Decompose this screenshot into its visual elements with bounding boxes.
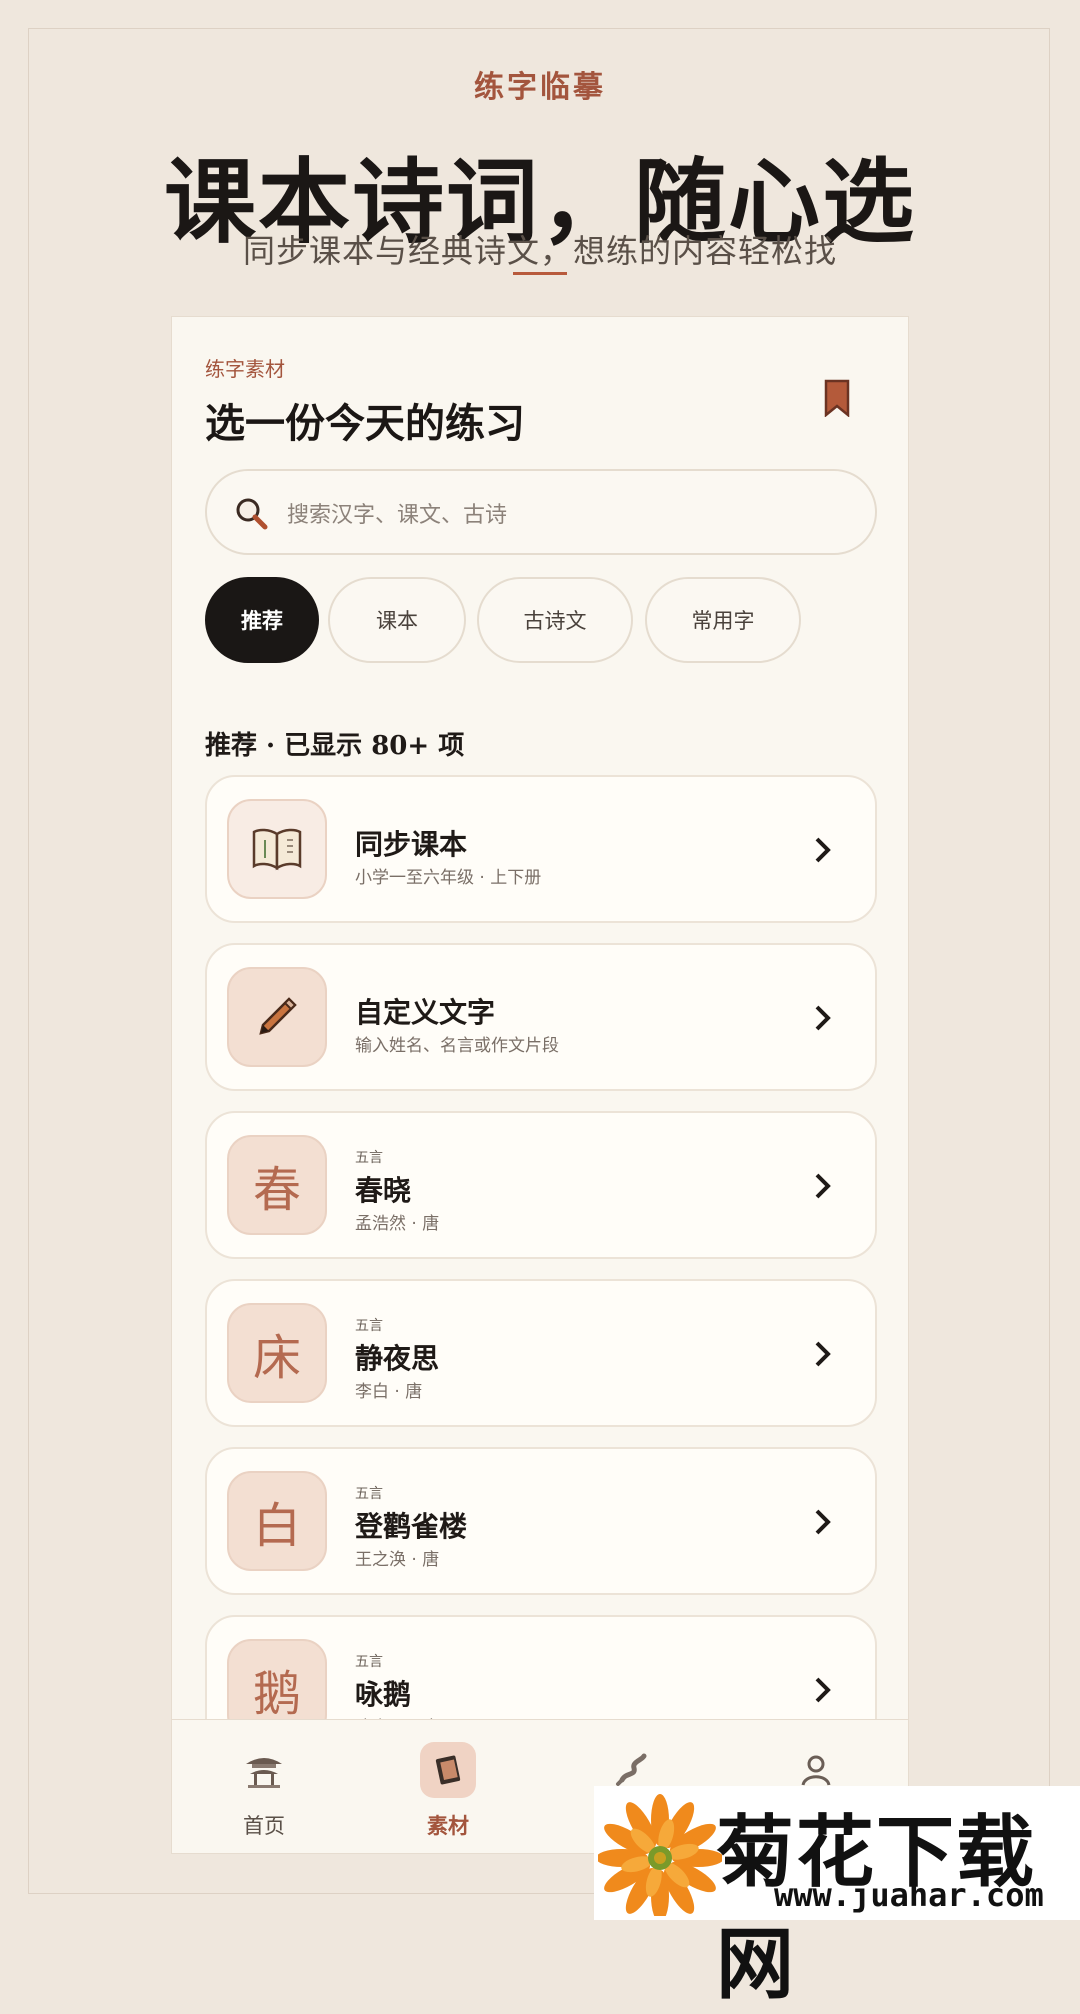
- section-label: 推荐 · 已显示 80+ 项: [205, 731, 465, 761]
- chip-recommended[interactable]: 推荐: [205, 577, 319, 663]
- search-icon: [236, 498, 268, 530]
- brand-label: 练字临摹: [474, 70, 606, 105]
- chevron-right-icon: [815, 1005, 831, 1031]
- item-subtitle: 孟浩然 · 唐: [355, 1214, 440, 1234]
- chip-common-characters[interactable]: 常用字: [645, 577, 801, 663]
- chevron-right-icon: [815, 1341, 831, 1367]
- item-thumb: [227, 799, 327, 899]
- item-tag: 五言: [355, 1318, 383, 1334]
- tab-label: 首页: [243, 1814, 285, 1838]
- subheadline: 同步课本与经典诗文，想练的内容轻松找: [242, 232, 837, 270]
- list-item-poem[interactable]: 春 五言 春晓 孟浩然 · 唐: [205, 1111, 877, 1259]
- watermark-url: www.juahar.com: [774, 1876, 1044, 1914]
- tab-label: 素材: [427, 1814, 469, 1838]
- poem-character: 床: [252, 1330, 301, 1386]
- item-thumb: 春: [227, 1135, 327, 1235]
- item-tag: 五言: [355, 1150, 383, 1166]
- accent-divider: [513, 272, 567, 275]
- chrysanthemum-logo: [598, 1794, 722, 1916]
- chip-classical-poetry[interactable]: 古诗文: [477, 577, 633, 663]
- item-thumb: 床: [227, 1303, 327, 1403]
- item-thumb: 白: [227, 1471, 327, 1571]
- poem-character: 鹅: [252, 1666, 301, 1722]
- item-title: 咏鹅: [355, 1678, 412, 1711]
- item-subtitle: 李白 · 唐: [355, 1382, 423, 1402]
- pavilion-icon: [236, 1742, 292, 1798]
- item-title: 同步课本: [355, 828, 468, 861]
- item-subtitle: 王之涣 · 唐: [355, 1550, 440, 1570]
- list-item-poem[interactable]: 白 五言 登鹳雀楼 王之涣 · 唐: [205, 1447, 877, 1595]
- search-placeholder: 搜索汉字、课文、古诗: [287, 503, 508, 528]
- chevron-right-icon: [815, 1173, 831, 1199]
- item-thumb: [227, 967, 327, 1067]
- poem-character: 白: [252, 1498, 301, 1554]
- site-watermark: 菊花下载网 www.juahar.com: [594, 1786, 1080, 2010]
- item-subtitle: 输入姓名、名言或作文片段: [355, 1036, 559, 1056]
- app-screen: 练字素材 选一份今天的练习 搜索汉字、课文、古诗 推荐 课本 古诗文 常用字 推…: [171, 316, 909, 1854]
- item-tag: 五言: [355, 1654, 383, 1670]
- item-title: 静夜思: [355, 1342, 440, 1375]
- item-tag: 五言: [355, 1486, 383, 1502]
- bookmark-icon[interactable]: [824, 379, 850, 417]
- book-icon: [420, 1742, 476, 1798]
- list-item-poem[interactable]: 床 五言 静夜思 李白 · 唐: [205, 1279, 877, 1427]
- search-input[interactable]: 搜索汉字、课文、古诗: [205, 469, 877, 555]
- book-icon: [252, 828, 302, 871]
- item-subtitle: 小学一至六年级 · 上下册: [355, 868, 542, 888]
- chevron-right-icon: [815, 1677, 831, 1703]
- screen-title: 选一份今天的练习: [205, 400, 525, 447]
- list-item-textbook[interactable]: 同步课本 小学一至六年级 · 上下册: [205, 775, 877, 923]
- item-title: 登鹳雀楼: [355, 1510, 468, 1543]
- item-title: 自定义文字: [355, 996, 496, 1029]
- chip-textbook[interactable]: 课本: [328, 577, 466, 663]
- tab-home[interactable]: 首页: [172, 1720, 356, 1853]
- poem-character: 春: [252, 1162, 301, 1218]
- pencil-icon: [259, 997, 297, 1035]
- chevron-right-icon: [815, 1509, 831, 1535]
- list-item-custom-text[interactable]: 自定义文字 输入姓名、名言或作文片段: [205, 943, 877, 1091]
- screen-overline: 练字素材: [205, 357, 285, 381]
- item-title: 春晓: [355, 1174, 412, 1207]
- tab-materials[interactable]: 素材: [356, 1720, 540, 1853]
- chevron-right-icon: [815, 837, 831, 863]
